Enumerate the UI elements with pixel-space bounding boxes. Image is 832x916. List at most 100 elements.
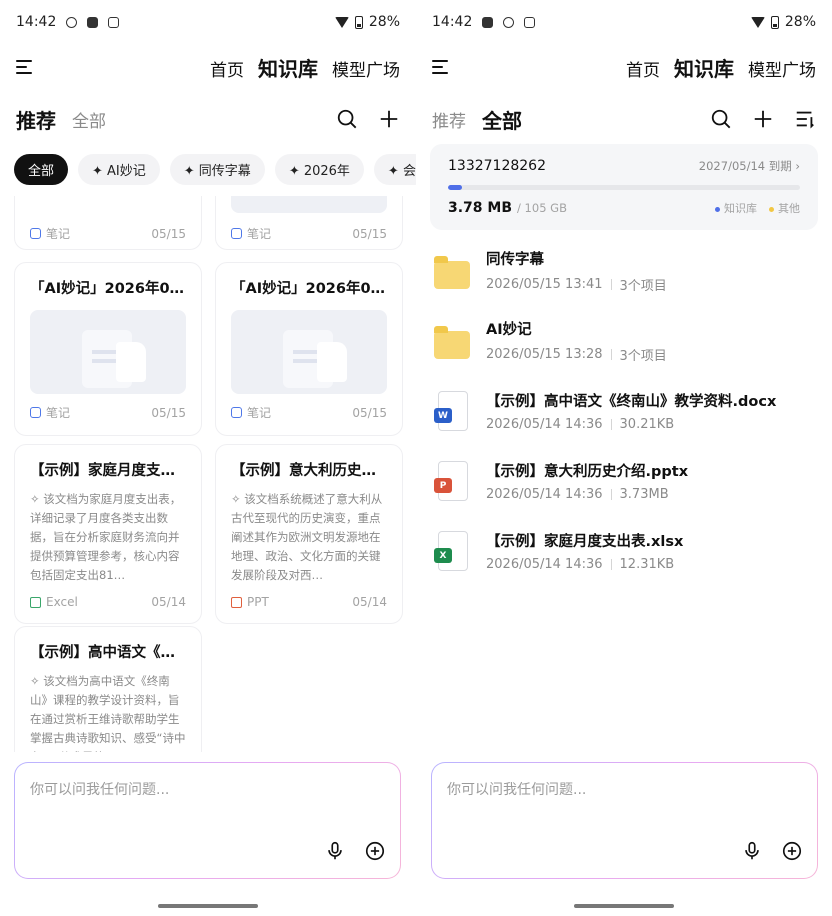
chip-2026[interactable]: ✦ 2026年 — [274, 154, 364, 185]
home-indicator[interactable] — [158, 904, 258, 908]
section-header: 推荐 全部 — [0, 102, 416, 136]
ppt-icon — [231, 596, 242, 608]
tab-knowledge-base[interactable]: 知识库 — [258, 53, 318, 82]
card-summary: ✧ 该文档系统概述了意大利从古代至现代的历史演变，重点阐述其作为欧洲文明发源地在… — [231, 492, 383, 582]
chat-input-box[interactable]: 你可以问我任何问题... — [431, 762, 818, 879]
card-thumbnail — [231, 310, 387, 394]
excel-icon — [30, 596, 41, 608]
list-item[interactable]: 同传字幕 2026/05/15 13:41 3个项目 — [432, 236, 816, 306]
tab-recommend[interactable]: 推荐 — [16, 105, 56, 134]
chip-live-subtitles[interactable]: ✦ 同传字幕 — [169, 154, 265, 185]
storage-card[interactable]: 13327128262 2027/05/14 到期 › 3.78 MB / 10… — [430, 144, 818, 230]
tab-home[interactable]: 首页 — [626, 56, 660, 81]
add-icon[interactable] — [378, 108, 400, 130]
status-time: 14:42 — [16, 14, 57, 30]
file-name: 同传字幕 — [486, 252, 544, 268]
battery-icon — [770, 15, 779, 29]
chip-all[interactable]: 全部 — [14, 154, 69, 185]
card-date: 05/15 — [352, 226, 387, 241]
add-circle-icon[interactable] — [364, 840, 386, 862]
card-title: 「AI妙记」2026年0… — [231, 281, 386, 297]
tab-all[interactable]: 全部 — [72, 107, 106, 132]
tab-all[interactable]: 全部 — [482, 105, 522, 134]
file-date: 2026/05/14 14:36 — [486, 417, 603, 432]
file-name: 【示例】高中语文《终南山》教学资料.docx — [486, 394, 777, 410]
word-file-icon: W — [432, 391, 472, 431]
note-icon — [231, 407, 242, 418]
list-item[interactable]: X 【示例】家庭月度支出表.xlsx 2026/05/14 14:36 12.31… — [432, 516, 816, 586]
file-date: 2026/05/14 14:36 — [486, 487, 603, 502]
card[interactable]: 【示例】家庭月度支… ✧ 该文档为家庭月度支出表，详细记录了月度各类支出数据，旨… — [14, 444, 202, 624]
tab-model-plaza[interactable]: 模型广场 — [748, 56, 816, 81]
note-icon — [30, 228, 41, 239]
account-number: 13327128262 — [448, 158, 546, 174]
card-type: 笔记 — [247, 406, 272, 420]
microphone-icon[interactable] — [741, 840, 763, 862]
file-list: 同传字幕 2026/05/15 13:41 3个项目 AI妙记 2026/05/1… — [432, 236, 816, 586]
top-nav: 首页 知识库 模型广场 — [0, 52, 416, 82]
note-icon — [30, 407, 41, 418]
add-circle-icon[interactable] — [781, 840, 803, 862]
card[interactable]: 笔记 05/15 — [215, 196, 403, 250]
tab-knowledge-base[interactable]: 知识库 — [674, 53, 734, 82]
battery-level: 28% — [368, 14, 400, 30]
file-name: 【示例】家庭月度支出表.xlsx — [486, 534, 684, 550]
card-footer: 笔记 05/15 — [30, 404, 186, 421]
chip-more[interactable]: ✦ 会 — [373, 154, 416, 185]
card-type: 笔记 — [247, 227, 272, 241]
microphone-icon[interactable] — [324, 840, 346, 862]
file-size: 3.73MB — [619, 487, 669, 502]
excel-badge: X — [434, 548, 452, 563]
list-item[interactable]: P 【示例】意大利历史介绍.pptx 2026/05/14 14:36 3.73M… — [432, 446, 816, 516]
chip-ai-notes[interactable]: ✦ AI妙记 — [78, 154, 160, 185]
card[interactable]: 【示例】高中语文《… ✧ 该文档为高中语文《终南山》课程的教学设计资料，旨在通过… — [14, 626, 202, 752]
status-time: 14:42 — [432, 14, 473, 30]
chat-input-box[interactable]: 你可以问我任何问题... — [14, 762, 401, 879]
card-type: Excel — [46, 595, 78, 609]
app-notification-icon — [524, 16, 536, 28]
folder-icon — [432, 321, 472, 361]
list-item[interactable]: W 【示例】高中语文《终南山》教学资料.docx 2026/05/14 14:3… — [432, 376, 816, 446]
menu-icon[interactable] — [432, 60, 448, 74]
legend-label: 知识库 — [724, 202, 757, 215]
file-meta: 3个项目 — [619, 279, 667, 294]
left-screen: 14:42 28% 首页 知识库 模型广场 推荐 全部 全部 ✦ AI妙记 ✦ … — [0, 0, 416, 916]
storage-used: 3.78 MB — [448, 200, 513, 216]
card-date: 05/14 — [151, 595, 186, 609]
home-indicator[interactable] — [574, 904, 674, 908]
card-type: PPT — [247, 595, 269, 609]
section-header: 推荐 全部 — [416, 102, 832, 136]
card-thumbnail — [231, 196, 387, 213]
file-date: 2026/05/14 14:36 — [486, 557, 603, 572]
chat-input-placeholder: 你可以问我任何问题... — [447, 782, 587, 798]
card[interactable]: 「AI妙记」2026年0… 笔记 05/15 — [14, 262, 202, 436]
file-size: 12.31KB — [619, 557, 675, 572]
expiry-date[interactable]: 2027/05/14 到期 › — [699, 158, 800, 174]
chat-input-placeholder: 你可以问我任何问题... — [30, 782, 170, 798]
tab-home[interactable]: 首页 — [210, 56, 244, 81]
wifi-icon — [334, 16, 349, 28]
sync-icon — [66, 16, 78, 28]
card-summary: ✧ 该文档为高中语文《终南山》课程的教学设计资料，旨在通过赏析王维诗歌帮助学生掌… — [30, 674, 186, 752]
tab-recommend[interactable]: 推荐 — [432, 107, 466, 132]
card[interactable]: 笔记 05/15 — [14, 196, 202, 250]
wifi-icon — [750, 16, 765, 28]
note-icon — [231, 228, 242, 239]
add-icon[interactable] — [752, 108, 774, 130]
word-badge: W — [434, 408, 452, 423]
search-icon[interactable] — [710, 108, 732, 130]
legend-label: 其他 — [778, 202, 800, 215]
card-footer: 笔记 05/15 — [231, 225, 387, 242]
mail-icon — [87, 16, 99, 28]
card[interactable]: 【示例】意大利历史… ✧ 该文档系统概述了意大利从古代至现代的历史演变，重点阐述… — [215, 444, 403, 624]
battery-level: 28% — [784, 14, 816, 30]
search-icon[interactable] — [336, 108, 358, 130]
card-title: 【示例】意大利历史… — [231, 463, 376, 479]
tab-model-plaza[interactable]: 模型广场 — [332, 56, 400, 81]
menu-icon[interactable] — [16, 60, 32, 74]
card-title: 「AI妙记」2026年0… — [30, 281, 185, 297]
card[interactable]: 「AI妙记」2026年0… 笔记 05/15 — [215, 262, 403, 436]
file-name: 【示例】意大利历史介绍.pptx — [486, 464, 689, 480]
list-item[interactable]: AI妙记 2026/05/15 13:28 3个项目 — [432, 306, 816, 376]
sort-icon[interactable] — [794, 108, 816, 130]
